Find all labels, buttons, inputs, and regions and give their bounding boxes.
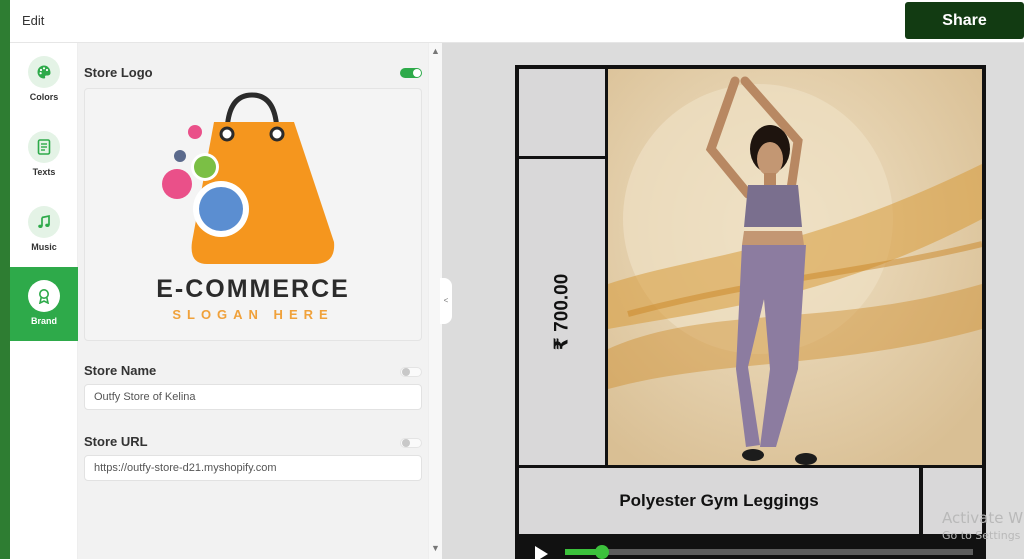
- scroll-up-arrow-icon[interactable]: ▲: [431, 46, 440, 56]
- price-cell: ₹ 700.00: [519, 159, 605, 465]
- sidebar-item-label: Brand: [30, 316, 57, 326]
- palette-icon: [28, 56, 60, 88]
- video-preview-frame: ₹ 700.00 Polyester Gym Leggings: [515, 65, 986, 559]
- store-logo-toggle[interactable]: [400, 68, 422, 78]
- sidebar-item-label: Texts: [32, 167, 56, 177]
- product-title-cell: Polyester Gym Leggings: [519, 468, 919, 534]
- shopping-bag-logo-icon: [162, 92, 335, 264]
- price-text: ₹ 700.00: [551, 273, 573, 351]
- store-name-toggle[interactable]: [400, 367, 422, 377]
- collapse-panel-button[interactable]: <: [440, 278, 452, 324]
- scroll-down-arrow-icon[interactable]: ▼: [431, 543, 440, 553]
- logo-text: E-COMMERCE: [156, 275, 350, 303]
- progress-handle[interactable]: [594, 545, 609, 559]
- store-url-input[interactable]: [84, 455, 422, 481]
- brand-settings-panel: Store Logo E-COMMERCE SLOGAN HERE Store …: [78, 43, 428, 559]
- watermark-line1: Activate W: [942, 509, 1024, 527]
- product-title-text: Polyester Gym Leggings: [619, 491, 819, 510]
- badge-icon: [28, 280, 60, 312]
- store-logo-preview[interactable]: E-COMMERCE SLOGAN HERE: [84, 88, 422, 341]
- sidebar: Colors Texts Music Brand: [10, 43, 78, 559]
- watermark-line2: Go to Settings: [942, 529, 1021, 542]
- playback-progress-bar[interactable]: [565, 545, 973, 559]
- windows-activation-watermark: Activate W Go to Settings: [942, 509, 1023, 542]
- store-url-toggle[interactable]: [400, 438, 422, 448]
- product-image: [608, 69, 982, 465]
- store-name-input[interactable]: [84, 384, 422, 410]
- share-button[interactable]: Share: [905, 2, 1024, 39]
- store-name-label: Store Name: [84, 363, 157, 378]
- sidebar-item-label: Colors: [29, 92, 59, 102]
- left-edge-strip: [0, 0, 10, 559]
- sidebar-item-texts[interactable]: Texts: [10, 118, 78, 192]
- preview-canvas: ₹ 700.00 Polyester Gym Leggings: [442, 43, 1024, 559]
- logo-slogan-text: SLOGAN HERE: [172, 307, 334, 322]
- play-icon[interactable]: [533, 545, 549, 559]
- edit-label[interactable]: Edit: [22, 13, 44, 28]
- store-logo-label: Store Logo: [84, 65, 153, 80]
- music-note-icon: [28, 206, 60, 238]
- sidebar-item-colors[interactable]: Colors: [10, 43, 78, 117]
- sidebar-item-brand[interactable]: Brand: [10, 267, 78, 341]
- sidebar-item-music[interactable]: Music: [10, 193, 78, 267]
- store-url-label: Store URL: [84, 434, 148, 449]
- sidebar-item-label: Music: [31, 242, 57, 252]
- document-icon: [28, 131, 60, 163]
- top-bar: Edit Share: [10, 0, 1024, 43]
- empty-cell: [519, 69, 605, 156]
